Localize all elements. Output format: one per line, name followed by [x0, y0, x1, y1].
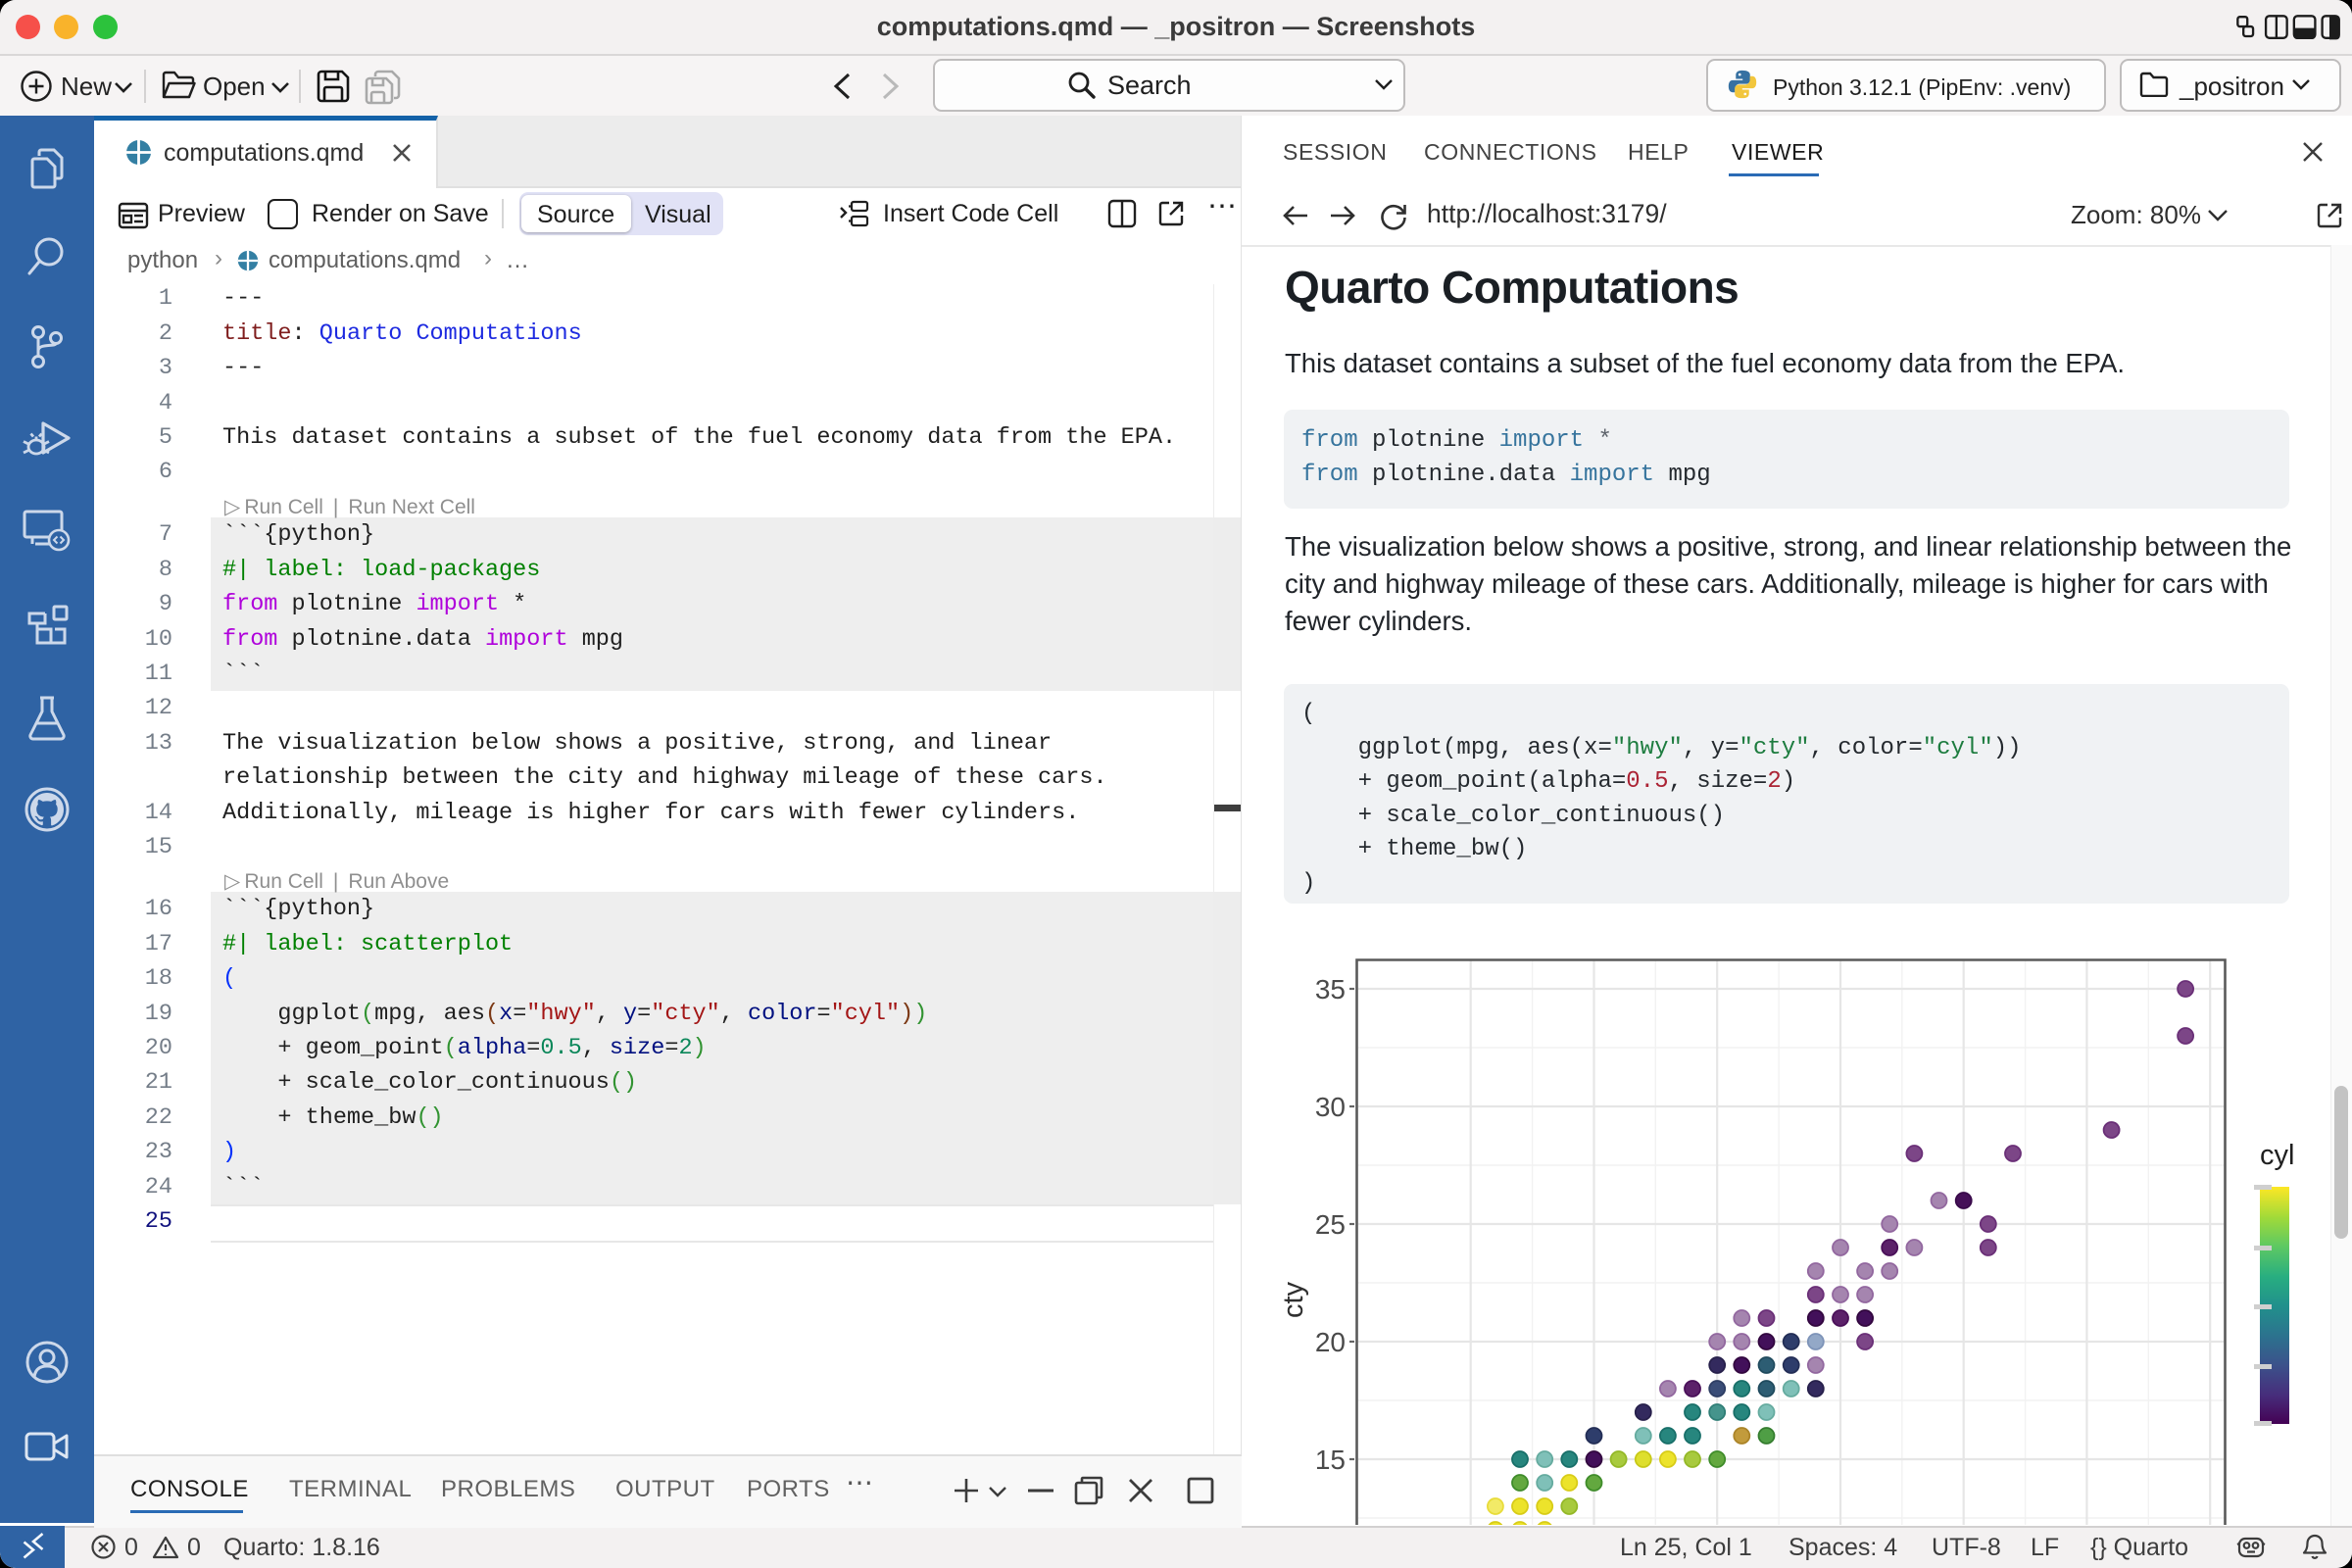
- svg-text:30: 30: [1315, 1092, 1346, 1122]
- svg-text:25: 25: [1315, 1209, 1346, 1240]
- svg-text:15: 15: [1315, 1445, 1346, 1475]
- svg-text:35: 35: [1315, 974, 1346, 1004]
- svg-text:20: 20: [1315, 1327, 1346, 1357]
